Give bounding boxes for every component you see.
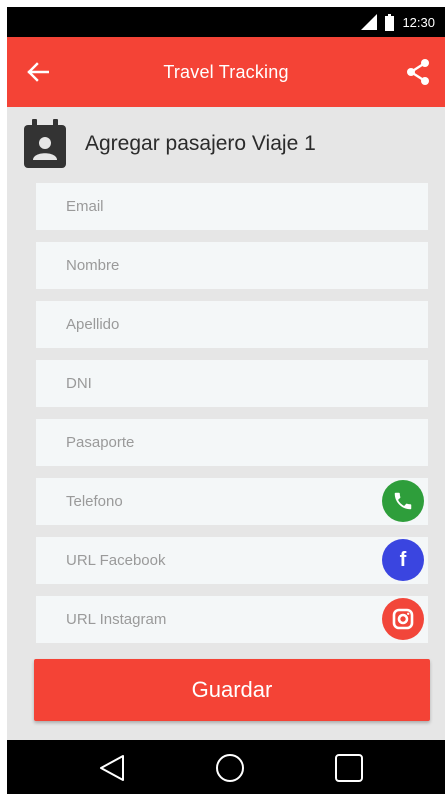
email-field-container <box>36 183 428 230</box>
facebook-field-container: f <box>36 537 428 584</box>
triangle-back-icon <box>100 755 124 781</box>
device-screen: 12:30 Travel Tracking Agregar pasajero V… <box>7 7 445 794</box>
facebook-glyph: f <box>399 548 407 571</box>
status-time: 12:30 <box>402 14 435 30</box>
app-title: Travel Tracking <box>163 61 289 82</box>
dni-field-container <box>36 360 428 407</box>
dni-input[interactable] <box>36 360 428 407</box>
passenger-form: f <box>36 183 428 655</box>
status-bar: 12:30 <box>7 7 445 37</box>
circle-home-icon <box>216 754 244 782</box>
nombre-field-container <box>36 242 428 289</box>
signal-icon <box>361 14 378 30</box>
pasaporte-field-container <box>36 419 428 466</box>
share-icon <box>407 59 429 85</box>
nav-home-button[interactable] <box>210 750 250 786</box>
nav-recents-button[interactable] <box>329 750 369 786</box>
apellido-input[interactable] <box>36 301 428 348</box>
instagram-icon[interactable] <box>382 598 424 640</box>
telefono-field-container <box>36 478 428 525</box>
section-header: Agregar pasajero Viaje 1 <box>23 119 433 169</box>
square-recents-icon <box>335 754 363 782</box>
save-button[interactable]: Guardar <box>34 659 430 721</box>
instagram-url-input[interactable] <box>36 596 428 643</box>
navigation-bar <box>7 740 445 794</box>
facebook-icon[interactable]: f <box>382 539 424 581</box>
app-bar: Travel Tracking <box>7 37 445 107</box>
instagram-field-container <box>36 596 428 643</box>
section-heading: Agregar pasajero Viaje 1 <box>85 132 316 155</box>
apellido-field-container <box>36 301 428 348</box>
calendar-person-icon <box>23 119 67 169</box>
telefono-input[interactable] <box>36 478 428 525</box>
share-button[interactable] <box>403 57 433 87</box>
phone-icon[interactable] <box>382 480 424 522</box>
email-input[interactable] <box>36 183 428 230</box>
nombre-input[interactable] <box>36 242 428 289</box>
nav-back-button[interactable] <box>92 750 132 786</box>
battery-icon <box>385 13 395 31</box>
pasaporte-input[interactable] <box>36 419 428 466</box>
facebook-url-input[interactable] <box>36 537 428 584</box>
